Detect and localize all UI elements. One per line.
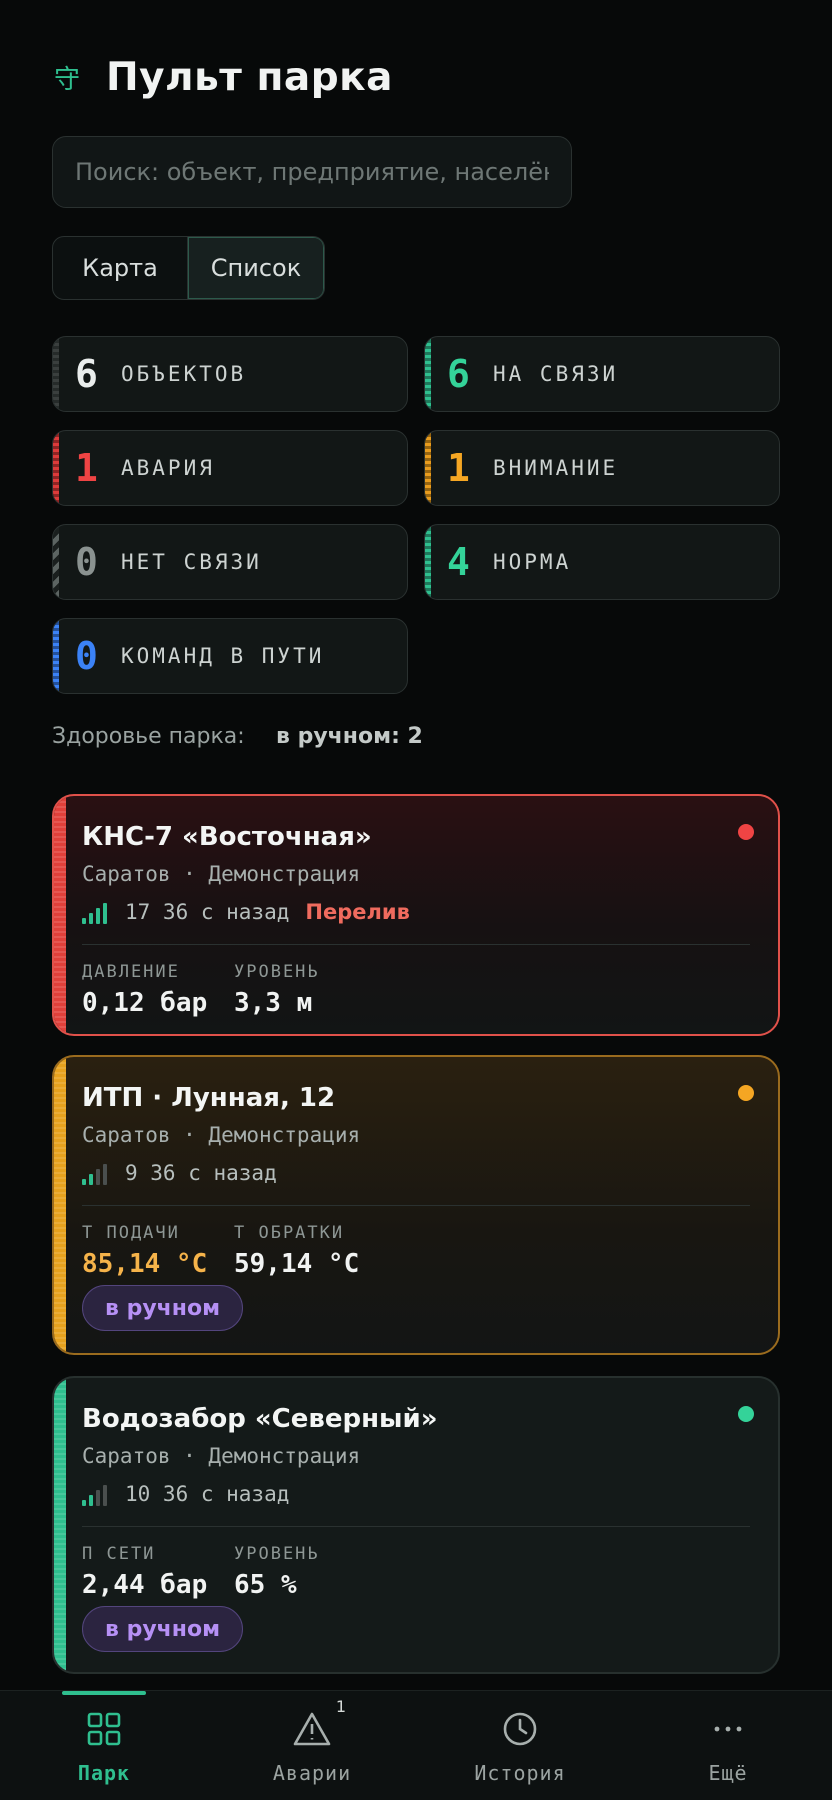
stat-value: 4	[447, 540, 470, 584]
stat-value: 1	[75, 446, 98, 490]
page-title: Пульт парка	[106, 54, 393, 100]
alarm-tag: Перелив	[305, 900, 410, 924]
metric-value: 59,14 °C	[234, 1249, 360, 1279]
nav-tab-alarms[interactable]: 1 Аварии	[232, 1697, 392, 1785]
list-view-button[interactable]: Список	[188, 237, 324, 299]
stat-label: НЕТ СВЯЗИ	[121, 550, 262, 574]
stat-value: 6	[447, 352, 470, 396]
status-stripe	[54, 1057, 66, 1353]
stat-offline[interactable]: 0 НЕТ СВЯЗИ	[52, 524, 408, 600]
stat-accent	[53, 431, 59, 505]
object-name: Водозабор «Северный»	[82, 1404, 438, 1434]
metric: Т ПОДАЧИ 85,14 °C	[82, 1223, 207, 1279]
stat-accent	[53, 337, 59, 411]
object-card[interactable]: ИТП · Лунная, 12 Саратов · Демонстрация …	[52, 1055, 780, 1355]
stat-label: ОБЪЕКТОВ	[121, 362, 247, 386]
nav-label: Аварии	[272, 1761, 352, 1785]
status-stripe	[54, 796, 66, 1034]
nav-label: История	[474, 1761, 566, 1785]
manual-mode-badge: в ручном	[82, 1285, 244, 1331]
search-input[interactable]	[52, 136, 572, 208]
warning-icon: 1	[292, 1697, 346, 1751]
stat-value: 0	[75, 634, 98, 678]
stat-normal[interactable]: 4 НОРМА	[424, 524, 780, 600]
last-seen: 17 36 с назад	[125, 900, 290, 924]
metric: УРОВЕНЬ 3,3 м	[234, 962, 320, 1018]
metric-label: Т ОБРАТКИ	[234, 1223, 345, 1243]
object-location: Саратов · Демонстрация	[82, 862, 361, 886]
divider	[82, 1205, 750, 1206]
object-card[interactable]: Водозабор «Северный» Саратов · Демонстра…	[52, 1376, 780, 1674]
stat-label: АВАРИЯ	[121, 456, 215, 480]
stat-label: КОМАНД В ПУТИ	[121, 644, 325, 668]
view-toggle: Карта Список	[52, 236, 325, 300]
signal-strength-icon	[82, 1484, 107, 1506]
bottom-nav: Парк 1 Аварии История Ещё	[0, 1690, 832, 1800]
stat-label: НОРМА	[493, 550, 572, 574]
active-tab-indicator	[62, 1691, 146, 1695]
stat-value: 0	[75, 540, 98, 584]
stat-label: НА СВЯЗИ	[493, 362, 619, 386]
divider	[82, 944, 750, 945]
divider	[82, 1526, 750, 1527]
metric: ДАВЛЕНИЕ 0,12 бар	[82, 962, 207, 1018]
metric-value: 3,3 м	[234, 988, 313, 1018]
stat-online[interactable]: 6 НА СВЯЗИ	[424, 336, 780, 412]
status-dot	[738, 824, 754, 840]
stat-value: 1	[447, 446, 470, 490]
nav-label: Парк	[77, 1761, 131, 1785]
metric-value: 0,12 бар	[82, 988, 208, 1018]
metric: Т ОБРАТКИ 59,14 °C	[234, 1223, 359, 1279]
app-header: 守 Пульт парка	[52, 52, 393, 102]
metric-label: УРОВЕНЬ	[234, 1544, 320, 1564]
metric-label: УРОВЕНЬ	[234, 962, 320, 982]
stat-label: ВНИМАНИЕ	[493, 456, 619, 480]
metric: УРОВЕНЬ 65 %	[234, 1544, 320, 1600]
shield-logo-icon: 守	[53, 64, 80, 95]
metric-value: 2,44 бар	[82, 1570, 208, 1600]
metric-label: П СЕТИ	[82, 1544, 156, 1564]
stat-accent	[425, 337, 431, 411]
signal-strength-icon	[82, 902, 107, 924]
status-dot	[738, 1085, 754, 1101]
stat-alarm[interactable]: 1 АВАРИЯ	[52, 430, 408, 506]
stat-warning[interactable]: 1 ВНИМАНИЕ	[424, 430, 780, 506]
grid-icon	[86, 1707, 122, 1751]
stat-value: 6	[75, 352, 98, 396]
stat-accent	[53, 525, 59, 599]
alarm-count-badge: 1	[335, 1697, 346, 1716]
stat-commands[interactable]: 0 КОМАНД В ПУТИ	[52, 618, 408, 694]
stat-accent	[425, 525, 431, 599]
fleet-health-manual: в ручном: 2	[276, 724, 423, 749]
more-icon	[710, 1707, 746, 1751]
object-card[interactable]: КНС-7 «Восточная» Саратов · Демонстрация…	[52, 794, 780, 1036]
nav-tab-park[interactable]: Парк	[24, 1707, 184, 1785]
manual-mode-badge: в ручном	[82, 1606, 244, 1652]
clock-icon	[502, 1707, 538, 1751]
metric-value: 65 %	[234, 1570, 297, 1600]
nav-tab-more[interactable]: Ещё	[648, 1707, 808, 1785]
nav-label: Ещё	[708, 1761, 748, 1785]
metric-label: ДАВЛЕНИЕ	[82, 962, 180, 982]
nav-tab-history[interactable]: История	[440, 1707, 600, 1785]
metric-value: 85,14 °C	[82, 1249, 208, 1279]
signal-strength-icon	[82, 1163, 107, 1185]
metric: П СЕТИ 2,44 бар	[82, 1544, 207, 1600]
object-name: КНС-7 «Восточная»	[82, 822, 372, 852]
map-view-button[interactable]: Карта	[53, 237, 188, 299]
fleet-health-label: Здоровье парка:	[52, 724, 245, 749]
metric-label: Т ПОДАЧИ	[82, 1223, 180, 1243]
object-location: Саратов · Демонстрация	[82, 1123, 361, 1147]
object-location: Саратов · Демонстрация	[82, 1444, 361, 1468]
stat-accent	[425, 431, 431, 505]
stat-accent	[53, 619, 59, 693]
stat-objects[interactable]: 6 ОБЪЕКТОВ	[52, 336, 408, 412]
last-seen: 10 36 с назад	[125, 1482, 290, 1506]
status-stripe	[54, 1378, 66, 1672]
object-name: ИТП · Лунная, 12	[82, 1083, 336, 1113]
last-seen: 9 36 с назад	[125, 1161, 277, 1185]
status-dot	[738, 1406, 754, 1422]
